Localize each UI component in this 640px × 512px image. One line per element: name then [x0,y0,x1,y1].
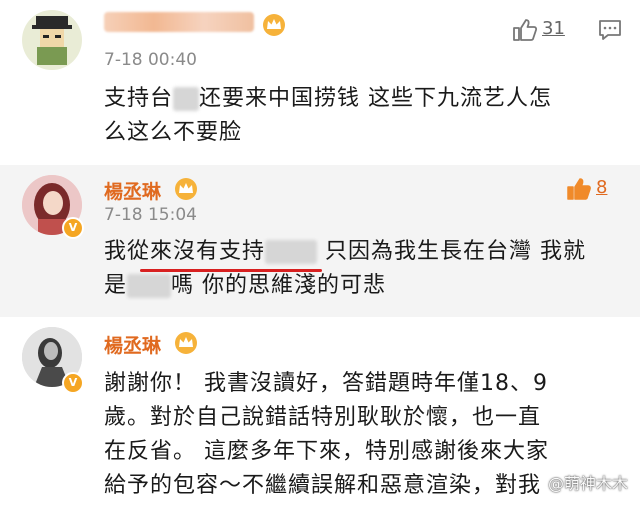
comment-3: V 楊丞琳 謝謝你！ 我書沒讀好，答錯題時年僅18、9 歲。對於自己說錯話特別耿… [0,317,640,512]
thumbs-up-icon [513,19,538,41]
crown-icon [175,178,197,200]
censor-blur [265,240,318,264]
thumbs-up-icon [567,178,591,200]
like-button[interactable]: 8 [566,177,607,206]
reply-button[interactable] [597,18,623,46]
avatar[interactable] [22,10,82,70]
comment-text: 謝謝你！ 我書沒讀好，答錯題時年僅18、9 歲。對於自己說錯話特別耿耿於懷，也一… [104,371,549,498]
comment-2: V 楊丞琳 7-18 15:04 我從來沒有支持 只因為我生長在台灣 我就 是嗎… [0,165,640,317]
like-button[interactable]: 31 [512,18,565,47]
comment-text: 支持台 还要来中国捞钱 这些下九流艺人怎 么这么不要脸 [104,86,553,145]
comment-time: 7-18 15:04 [104,205,197,225]
watermark: @萌神木木 [547,474,628,493]
username[interactable]: 楊丞琳 [104,331,161,358]
crown-icon [175,332,197,354]
like-count: 8 [596,177,608,198]
comment-icon [599,20,621,40]
verified-badge: V [62,217,84,239]
censor-blur [173,87,200,111]
like-count: 31 [542,18,565,39]
comment-1: 7-18 00:40 支持台 还要来中国捞钱 这些下九流艺人怎 么这么不要脸 31 [0,0,640,165]
crown-icon [263,14,285,36]
username[interactable]: 楊丞琳 [104,177,161,204]
red-underline [140,269,322,272]
comment-time: 7-18 00:40 [104,50,197,70]
verified-badge: V [62,372,84,394]
username-blurred[interactable] [104,12,254,32]
censor-blur [127,274,172,298]
